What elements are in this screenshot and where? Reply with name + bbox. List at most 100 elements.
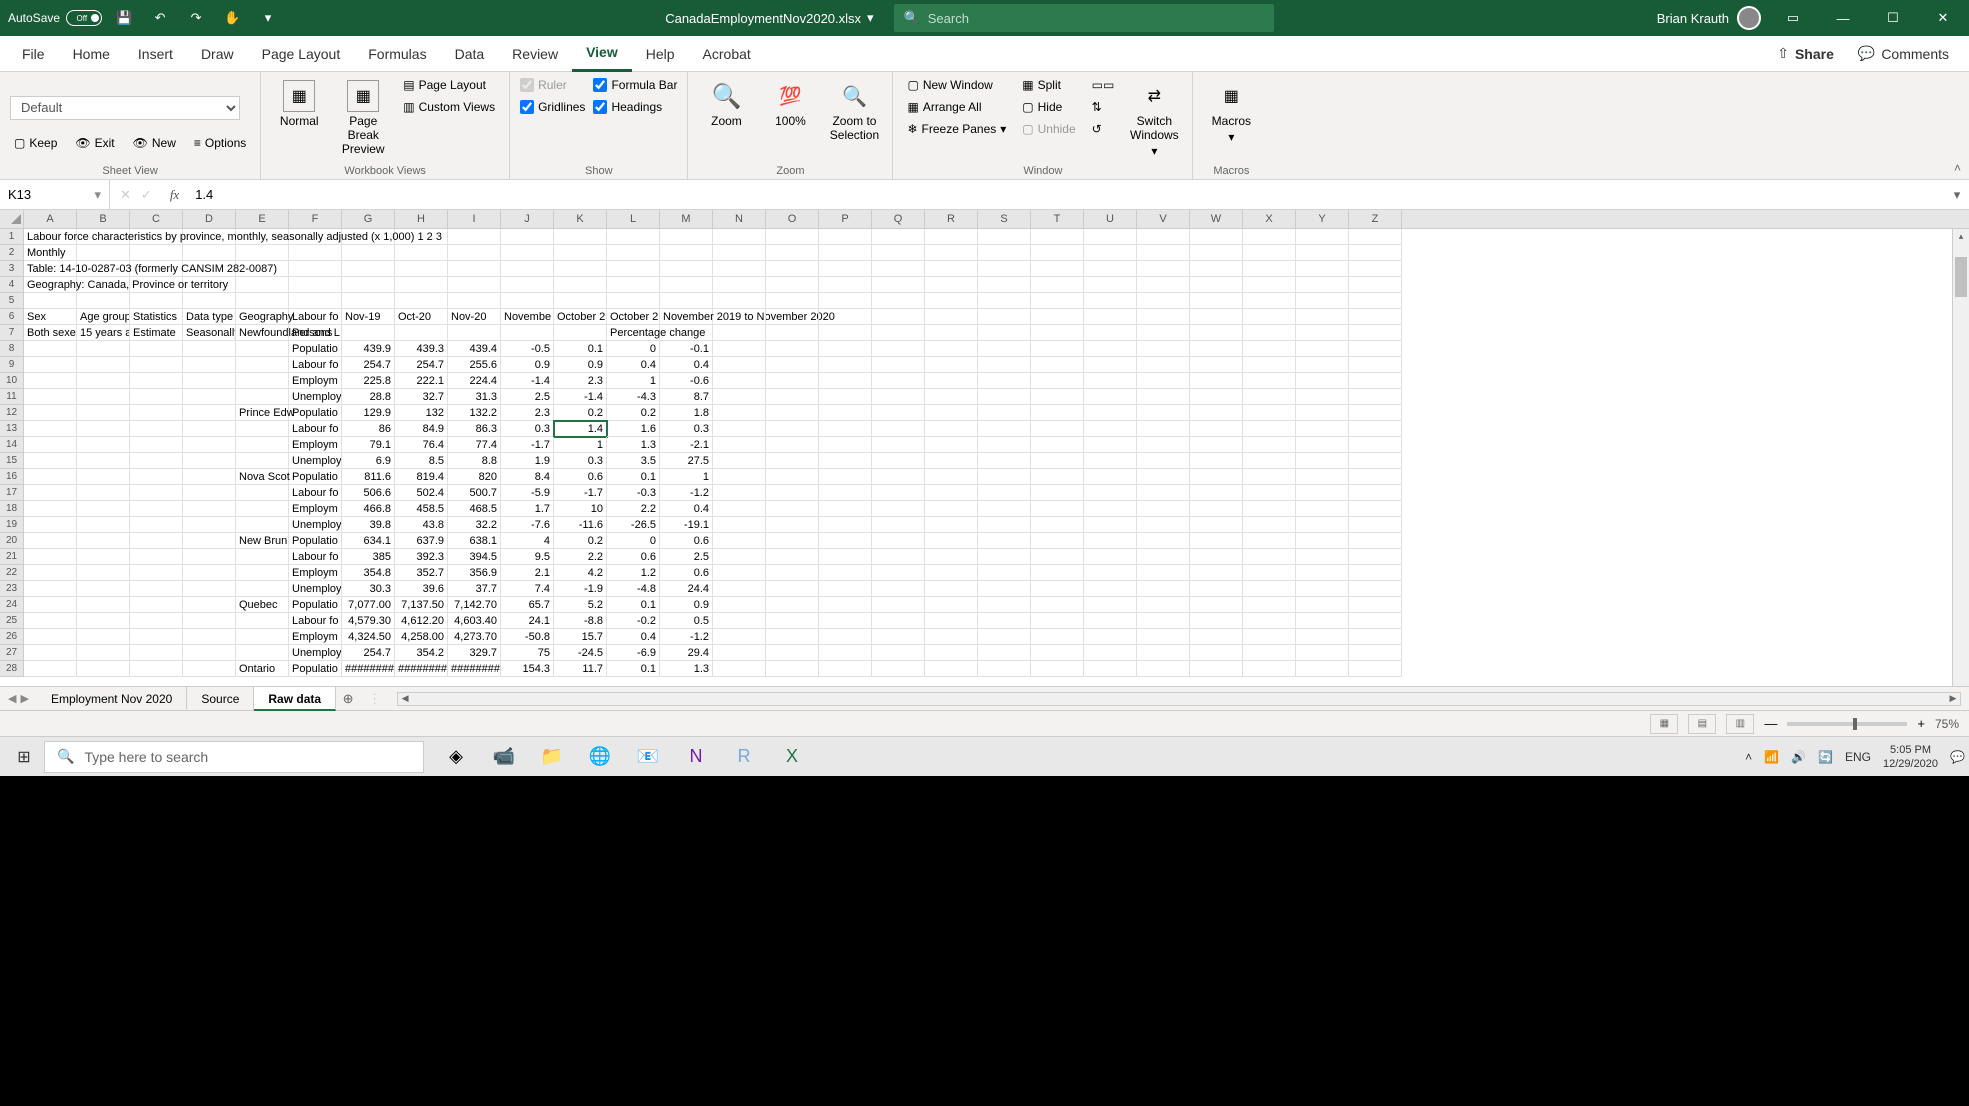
cell-S27[interactable] xyxy=(978,645,1031,661)
cell-M25[interactable]: 0.5 xyxy=(660,613,713,629)
normal-view-button[interactable]: ▦Normal xyxy=(271,76,327,128)
cell-W14[interactable] xyxy=(1190,437,1243,453)
tab-review[interactable]: Review xyxy=(498,36,572,72)
next-sheet-icon[interactable]: ▶ xyxy=(20,692,28,705)
cell-W5[interactable] xyxy=(1190,293,1243,309)
cell-W25[interactable] xyxy=(1190,613,1243,629)
cell-U27[interactable] xyxy=(1084,645,1137,661)
cell-H2[interactable] xyxy=(395,245,448,261)
cell-O13[interactable] xyxy=(766,421,819,437)
cell-X15[interactable] xyxy=(1243,453,1296,469)
cell-S11[interactable] xyxy=(978,389,1031,405)
cell-Z3[interactable] xyxy=(1349,261,1402,277)
row-header[interactable]: 10 xyxy=(0,373,24,389)
cell-A18[interactable] xyxy=(24,501,77,517)
cell-R10[interactable] xyxy=(925,373,978,389)
cell-O25[interactable] xyxy=(766,613,819,629)
cell-Q27[interactable] xyxy=(872,645,925,661)
cell-I12[interactable]: 132.2 xyxy=(448,405,501,421)
cell-O18[interactable] xyxy=(766,501,819,517)
cell-D11[interactable] xyxy=(183,389,236,405)
cell-R17[interactable] xyxy=(925,485,978,501)
cell-L23[interactable]: -4.8 xyxy=(607,581,660,597)
cell-W27[interactable] xyxy=(1190,645,1243,661)
cell-C15[interactable] xyxy=(130,453,183,469)
cell-X16[interactable] xyxy=(1243,469,1296,485)
tab-page-layout[interactable]: Page Layout xyxy=(248,36,355,72)
cell-Y4[interactable] xyxy=(1296,277,1349,293)
cell-V25[interactable] xyxy=(1137,613,1190,629)
cell-H3[interactable] xyxy=(395,261,448,277)
cell-C2[interactable] xyxy=(130,245,183,261)
enter-formula-icon[interactable]: ✓ xyxy=(141,187,152,203)
cell-I11[interactable]: 31.3 xyxy=(448,389,501,405)
cell-A24[interactable] xyxy=(24,597,77,613)
scroll-left-icon[interactable]: ◀ xyxy=(398,693,412,704)
cell-S15[interactable] xyxy=(978,453,1031,469)
cell-W23[interactable] xyxy=(1190,581,1243,597)
cell-S20[interactable] xyxy=(978,533,1031,549)
row-header[interactable]: 27 xyxy=(0,645,24,661)
cell-I5[interactable] xyxy=(448,293,501,309)
cell-J9[interactable]: 0.9 xyxy=(501,357,554,373)
cell-S23[interactable] xyxy=(978,581,1031,597)
cell-A16[interactable] xyxy=(24,469,77,485)
page-layout-view-icon[interactable]: ▤ xyxy=(1688,714,1716,734)
keep-button[interactable]: ▢Keep xyxy=(10,134,61,152)
cell-B13[interactable] xyxy=(77,421,130,437)
cell-S14[interactable] xyxy=(978,437,1031,453)
row-header[interactable]: 26 xyxy=(0,629,24,645)
cell-U2[interactable] xyxy=(1084,245,1137,261)
cell-A23[interactable] xyxy=(24,581,77,597)
cell-X23[interactable] xyxy=(1243,581,1296,597)
cell-T9[interactable] xyxy=(1031,357,1084,373)
normal-view-icon[interactable]: ▦ xyxy=(1650,714,1678,734)
start-button[interactable]: ⊞ xyxy=(4,737,44,777)
cell-F7[interactable]: Persons xyxy=(289,325,342,341)
cell-Q28[interactable] xyxy=(872,661,925,677)
cell-H15[interactable]: 8.5 xyxy=(395,453,448,469)
cell-C10[interactable] xyxy=(130,373,183,389)
macros-button[interactable]: ▦Macros▾ xyxy=(1203,76,1259,144)
cell-K20[interactable]: 0.2 xyxy=(554,533,607,549)
sheet-tab-source[interactable]: Source xyxy=(187,687,254,711)
cell-W11[interactable] xyxy=(1190,389,1243,405)
cell-G13[interactable]: 86 xyxy=(342,421,395,437)
cell-R14[interactable] xyxy=(925,437,978,453)
cell-O23[interactable] xyxy=(766,581,819,597)
cell-P9[interactable] xyxy=(819,357,872,373)
cell-Z7[interactable] xyxy=(1349,325,1402,341)
cell-E6[interactable]: Geography xyxy=(236,309,289,325)
split-button[interactable]: ▦Split xyxy=(1018,76,1079,94)
cell-F9[interactable]: Labour fo xyxy=(289,357,342,373)
cell-G11[interactable]: 28.8 xyxy=(342,389,395,405)
tray-clock[interactable]: 5:05 PM 12/29/2020 xyxy=(1883,743,1938,771)
cell-Y13[interactable] xyxy=(1296,421,1349,437)
cell-V18[interactable] xyxy=(1137,501,1190,517)
cell-A9[interactable] xyxy=(24,357,77,373)
tray-chevron-icon[interactable]: ˄ xyxy=(1745,750,1752,764)
cell-R7[interactable] xyxy=(925,325,978,341)
cell-Y21[interactable] xyxy=(1296,549,1349,565)
cell-G9[interactable]: 254.7 xyxy=(342,357,395,373)
cell-C9[interactable] xyxy=(130,357,183,373)
cell-M17[interactable]: -1.2 xyxy=(660,485,713,501)
cell-U15[interactable] xyxy=(1084,453,1137,469)
cell-O8[interactable] xyxy=(766,341,819,357)
cell-P23[interactable] xyxy=(819,581,872,597)
zoom-in-icon[interactable]: + xyxy=(1917,716,1925,731)
cell-K17[interactable]: -1.7 xyxy=(554,485,607,501)
cell-P2[interactable] xyxy=(819,245,872,261)
cell-N8[interactable] xyxy=(713,341,766,357)
cell-I10[interactable]: 224.4 xyxy=(448,373,501,389)
cell-W9[interactable] xyxy=(1190,357,1243,373)
col-header-C[interactable]: C xyxy=(130,210,183,228)
cell-E15[interactable] xyxy=(236,453,289,469)
cell-W17[interactable] xyxy=(1190,485,1243,501)
cell-X25[interactable] xyxy=(1243,613,1296,629)
cell-Q10[interactable] xyxy=(872,373,925,389)
cell-V24[interactable] xyxy=(1137,597,1190,613)
formula-bar-checkbox[interactable]: Formula Bar xyxy=(593,76,677,94)
col-header-I[interactable]: I xyxy=(448,210,501,228)
cell-K25[interactable]: -8.8 xyxy=(554,613,607,629)
